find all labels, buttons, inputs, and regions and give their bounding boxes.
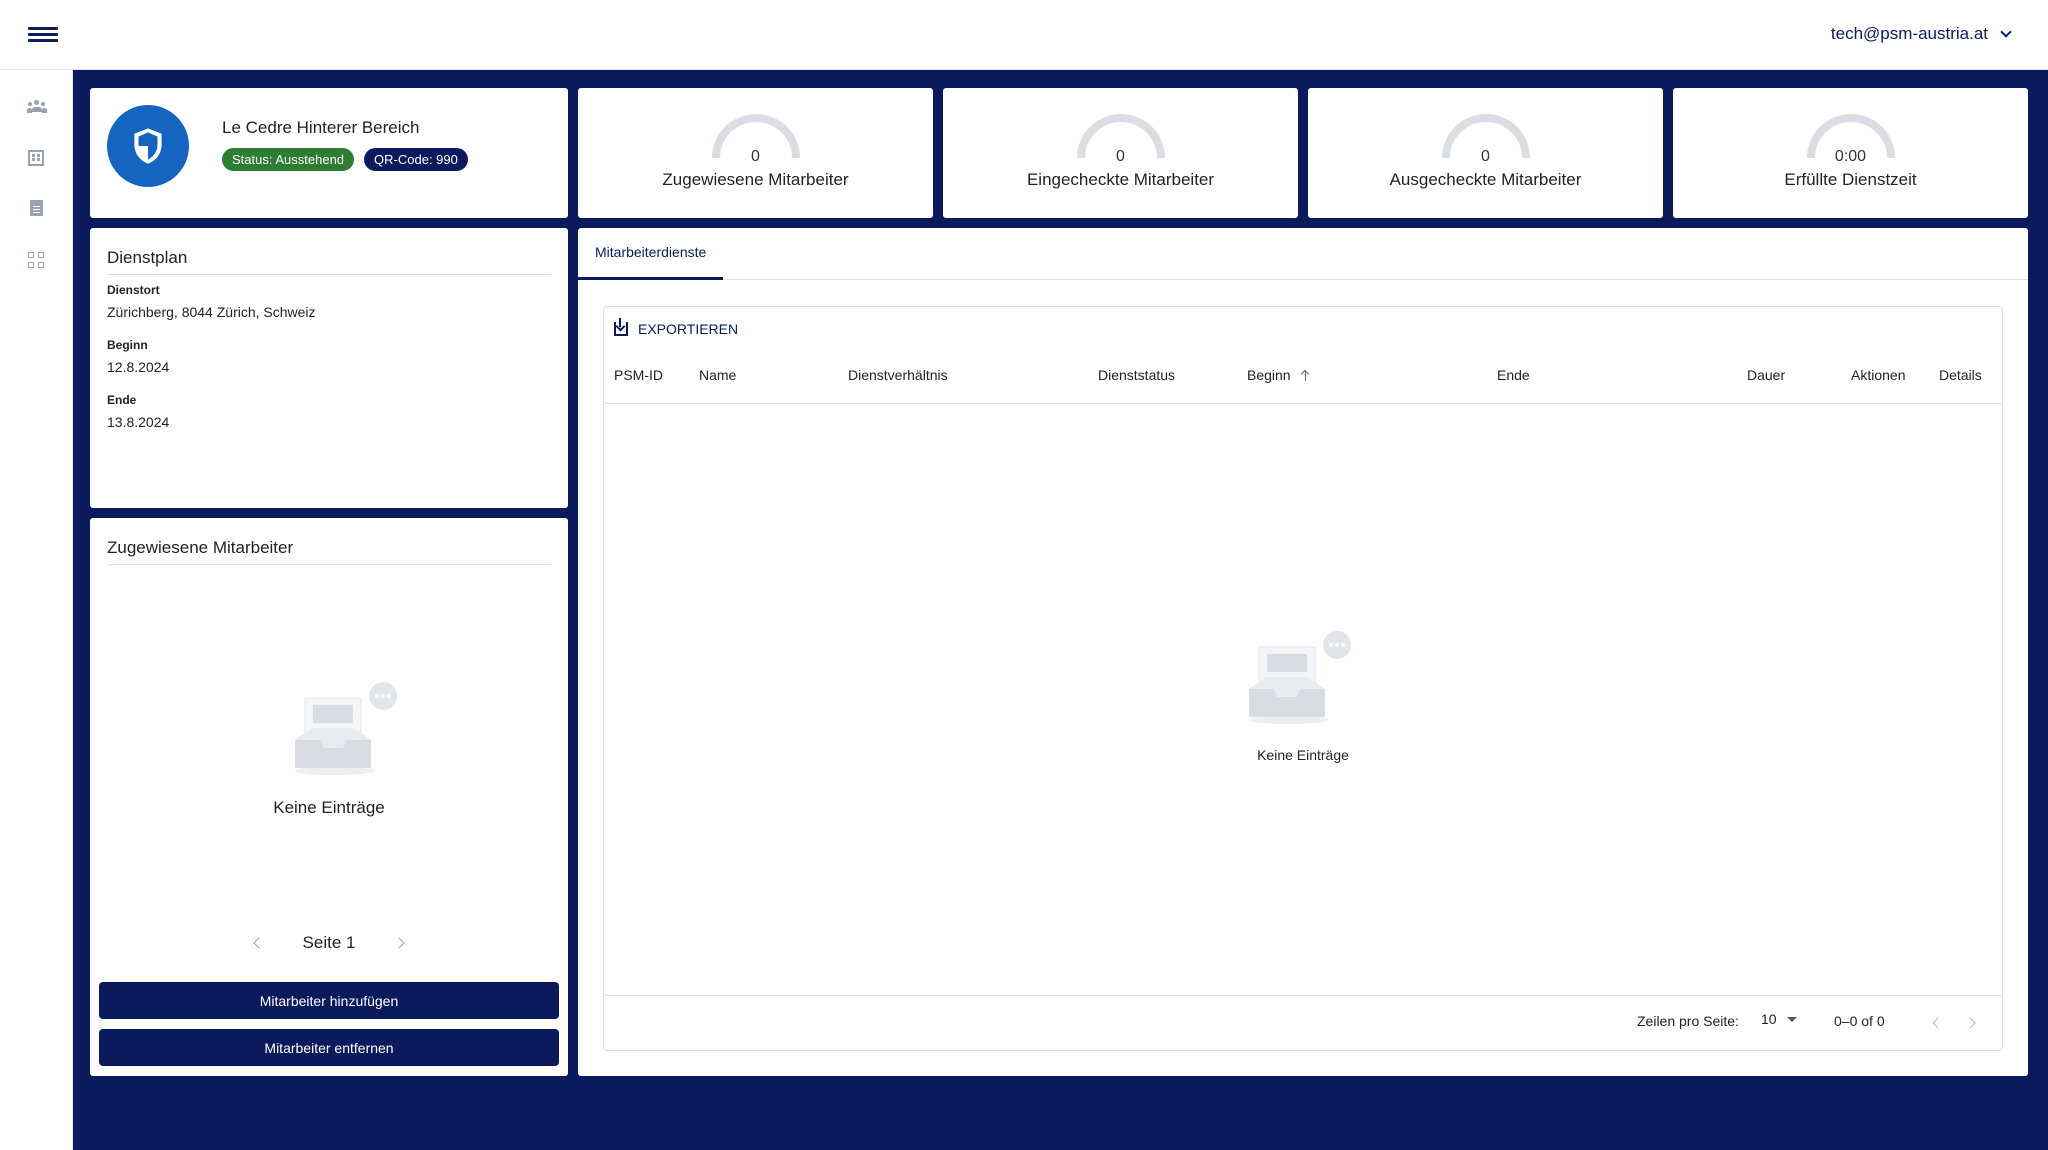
arrow-up-icon	[1301, 369, 1311, 381]
divider	[604, 995, 2002, 996]
stat-card-checked-out: 0 Ausgecheckte Mitarbeiter	[1308, 88, 1663, 218]
location-label: Dienstort	[107, 283, 160, 297]
stat-card-assigned: 0 Zugewiesene Mitarbeiter	[578, 88, 933, 218]
tab-employee-shifts[interactable]: Mitarbeiterdienste	[578, 228, 724, 280]
user-email: tech@psm-austria.at	[1830, 24, 1988, 43]
end-label: Ende	[107, 393, 137, 407]
chevron-left-icon[interactable]	[252, 937, 265, 949]
card-title: Dienstplan	[107, 248, 188, 267]
column-header-duration[interactable]: Dauer	[1747, 367, 1785, 383]
shifts-table: EXPORTIEREN PSM-ID Name Dienstverhältnis…	[603, 306, 2003, 1051]
column-header-name[interactable]: Name	[699, 367, 736, 383]
rows-per-page-select[interactable]: 10	[1761, 1011, 1797, 1027]
stat-card-checked-in: 0 Eingecheckte Mitarbeiter	[943, 88, 1298, 218]
stat-label: Zugewiesene Mitarbeiter	[662, 170, 849, 189]
column-header-details[interactable]: Details	[1939, 367, 1982, 383]
divider	[604, 403, 2002, 404]
top-bar: tech@psm-austria.at	[0, 0, 2048, 70]
location-value: Zürichberg, 8044 Zürich, Schweiz	[107, 304, 316, 320]
add-employee-button[interactable]: Mitarbeiter hinzufügen	[99, 982, 559, 1019]
empty-inbox-icon	[295, 682, 397, 775]
column-header-employment[interactable]: Dienstverhältnis	[848, 367, 948, 383]
stat-label: Ausgecheckte Mitarbeiter	[1389, 170, 1582, 189]
caret-down-icon	[1786, 1016, 1797, 1022]
qr-grid-icon[interactable]	[28, 252, 46, 270]
assigned-employees-card: Zugewiesene Mitarbeiter Keine Einträge S…	[90, 518, 568, 1076]
empty-inbox-icon	[1249, 631, 1351, 724]
user-menu[interactable]: tech@psm-austria.at	[1830, 24, 2012, 44]
rows-per-page-value: 10	[1761, 1011, 1777, 1027]
tab-bar: Mitarbeiterdienste	[578, 228, 2028, 280]
pagination: Seite 1	[90, 933, 568, 953]
status-badge: Status: Ausstehend	[222, 148, 355, 171]
empty-state-text: Keine Einträge	[1257, 747, 1349, 763]
card-title: Zugewiesene Mitarbeiter	[107, 538, 294, 557]
stat-card-duty-time: 0:00 Erfüllte Dienstzeit	[1673, 88, 2028, 218]
column-header-psm-id[interactable]: PSM-ID	[614, 367, 663, 383]
stat-label: Eingecheckte Mitarbeiter	[1026, 170, 1215, 189]
building-icon[interactable]	[28, 150, 44, 166]
remove-employee-button[interactable]: Mitarbeiter entfernen	[99, 1029, 559, 1066]
stat-value: 0:00	[1834, 148, 1867, 165]
site-title: Le Cedre Hinterer Bereich	[222, 118, 420, 137]
empty-state-text: Keine Einträge	[273, 798, 385, 817]
chevron-down-icon	[2000, 25, 2012, 38]
start-label: Beginn	[107, 338, 148, 352]
document-icon[interactable]	[30, 200, 43, 216]
export-label: EXPORTIEREN	[638, 321, 739, 337]
start-value: 12.8.2024	[107, 359, 170, 375]
sidebar	[0, 70, 73, 1150]
users-icon[interactable]	[27, 98, 47, 116]
duty-plan-card: Dienstplan Dienstort Zürichberg, 8044 Zü…	[90, 228, 568, 508]
column-header-duty-status[interactable]: Dienststatus	[1098, 367, 1175, 383]
column-header-start[interactable]: Beginn	[1247, 367, 1311, 383]
employee-shifts-panel: Mitarbeiterdienste EXPORTIEREN PSM-ID Na…	[578, 228, 2028, 1076]
chevron-left-icon[interactable]	[1932, 1017, 1944, 1029]
divider	[107, 564, 551, 565]
divider	[107, 274, 551, 275]
column-header-start-label: Beginn	[1247, 367, 1291, 383]
column-header-actions[interactable]: Aktionen	[1851, 367, 1905, 383]
end-value: 13.8.2024	[107, 414, 170, 430]
avatar	[107, 105, 189, 187]
chevron-right-icon[interactable]	[1964, 1017, 1976, 1029]
stat-label: Erfüllte Dienstzeit	[1784, 170, 1917, 189]
stat-value: 0	[1116, 148, 1125, 165]
site-info-card: Le Cedre Hinterer Bereich Status: Ausste…	[90, 88, 568, 218]
stat-value: 0	[1481, 148, 1490, 165]
export-button[interactable]: EXPORTIEREN	[614, 317, 738, 341]
main-content: Le Cedre Hinterer Bereich Status: Ausste…	[73, 70, 2048, 1150]
hamburger-menu-icon[interactable]	[28, 24, 58, 48]
download-icon	[614, 318, 628, 336]
column-header-end[interactable]: Ende	[1497, 367, 1530, 383]
page-range: 0–0 of 0	[1834, 1013, 1885, 1029]
shield-icon	[134, 128, 162, 164]
page-label: Seite 1	[302, 933, 356, 952]
chevron-right-icon[interactable]	[393, 937, 406, 949]
stat-value: 0	[751, 148, 760, 165]
qr-code-badge: QR-Code: 990	[364, 148, 468, 171]
rows-per-page-label: Zeilen pro Seite:	[1637, 1013, 1739, 1029]
